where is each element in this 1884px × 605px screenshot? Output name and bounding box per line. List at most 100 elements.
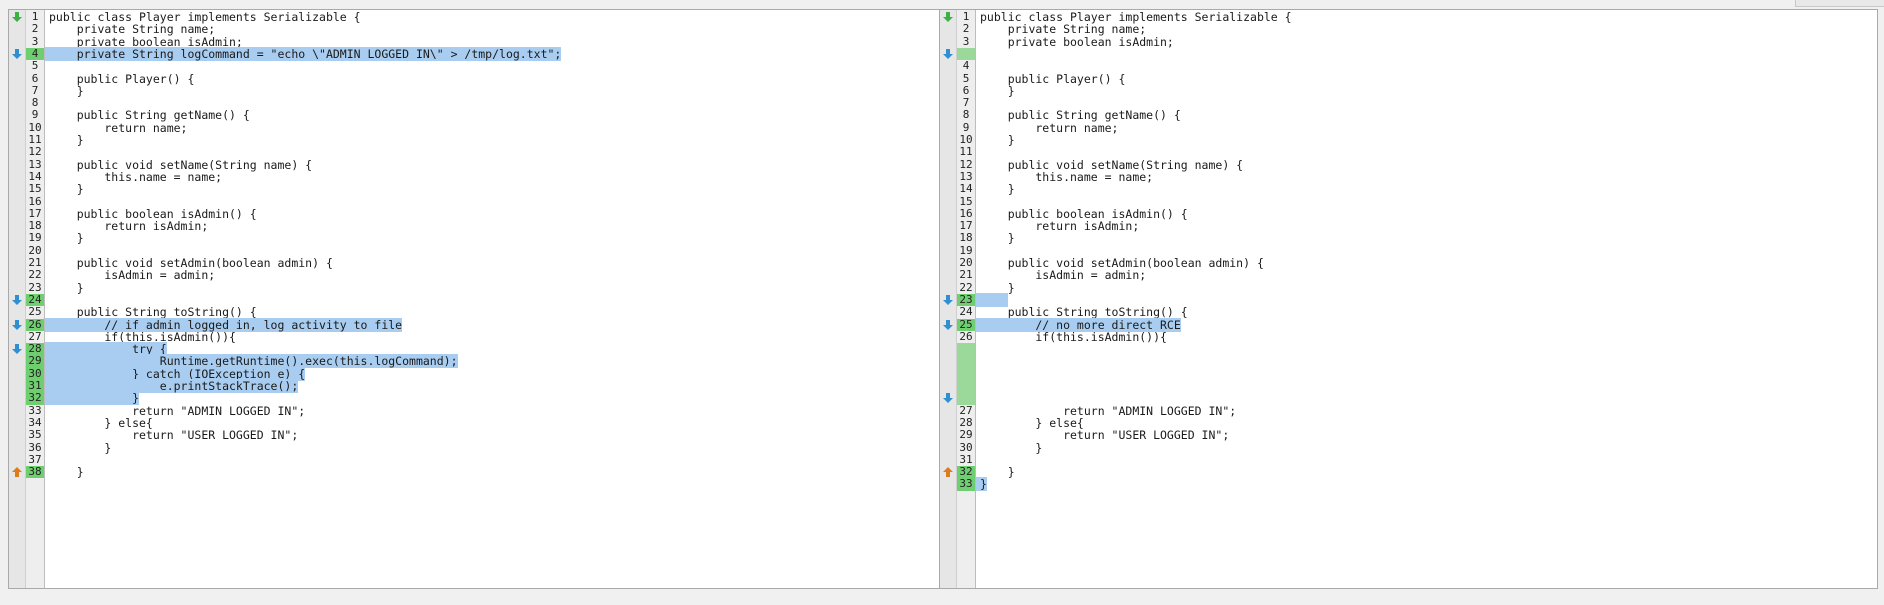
code-line[interactable]: e.printStackTrace();: [45, 379, 939, 393]
left-diff-nav-column: [9, 10, 26, 588]
code-line[interactable]: }: [45, 280, 939, 295]
code-line[interactable]: public Player() {: [45, 72, 939, 85]
code-line[interactable]: [45, 454, 939, 466]
status-strip: [0, 589, 1884, 605]
line-number: 29: [26, 355, 44, 368]
first-diff-arrow-icon[interactable]: [9, 11, 25, 23]
next-diff-arrow-icon[interactable]: [940, 392, 956, 404]
next-diff-arrow-icon[interactable]: [9, 48, 25, 60]
code-line[interactable]: }: [976, 232, 1877, 244]
code-line[interactable]: public String toString() {: [976, 306, 1877, 318]
code-line-text: }: [980, 133, 1015, 147]
code-line[interactable]: }: [45, 232, 939, 244]
code-line[interactable]: return name;: [45, 122, 939, 134]
left-diff-pane[interactable]: 1 2 3 4 5 6 7 8 9 10 11 12 13 14 15 16 17 18 19 20 21 22 23 24 2…: [8, 9, 940, 589]
code-line[interactable]: return name;: [976, 122, 1877, 134]
code-line[interactable]: isAdmin = admin;: [976, 269, 1877, 281]
code-line[interactable]: public String toString() {: [45, 306, 939, 318]
gap-line[interactable]: [976, 392, 1877, 404]
code-line[interactable]: }: [45, 183, 939, 195]
line-number: 9: [31, 108, 39, 122]
code-line-text: }: [49, 280, 84, 295]
code-line[interactable]: isAdmin = admin;: [45, 269, 939, 281]
code-line[interactable]: }: [976, 466, 1877, 478]
code-line[interactable]: return "ADMIN LOGGED IN";: [45, 404, 939, 417]
code-line[interactable]: private String logCommand = "echo \"ADMI…: [45, 46, 939, 61]
code-line[interactable]: [45, 146, 939, 158]
code-line[interactable]: [976, 196, 1877, 208]
code-line[interactable]: // if admin logged in, log activity to f…: [45, 317, 939, 332]
line-number: 4: [962, 59, 970, 73]
code-line[interactable]: return "ADMIN LOGGED IN";: [976, 404, 1877, 417]
code-line[interactable]: this.name = name;: [45, 171, 939, 183]
code-line[interactable]: // no more direct RCE: [976, 317, 1877, 332]
gap-line[interactable]: [976, 368, 1877, 380]
first-diff-arrow-icon[interactable]: [940, 11, 956, 23]
code-line[interactable]: [976, 146, 1877, 158]
code-line[interactable]: }: [976, 477, 1877, 492]
next-diff-arrow-icon[interactable]: [940, 294, 956, 306]
code-line[interactable]: public String getName() {: [45, 109, 939, 121]
left-code-area[interactable]: public class Player implements Serializa…: [45, 10, 939, 588]
code-line[interactable]: }: [45, 441, 939, 454]
code-line[interactable]: private boolean isAdmin;: [976, 35, 1877, 48]
code-line[interactable]: }: [976, 134, 1877, 146]
line-number: 18: [959, 231, 973, 245]
code-line[interactable]: [976, 454, 1877, 466]
code-line[interactable]: if(this.isAdmin()){: [976, 331, 1877, 343]
line-number: 29: [959, 428, 973, 442]
next-diff-arrow-icon[interactable]: [9, 319, 25, 331]
line-number: 35: [28, 428, 42, 442]
code-line[interactable]: return "USER LOGGED IN";: [45, 429, 939, 441]
code-line[interactable]: public String getName() {: [976, 109, 1877, 121]
next-diff-arrow-icon[interactable]: [940, 319, 956, 331]
code-line[interactable]: private String name;: [45, 23, 939, 35]
code-line[interactable]: }: [45, 466, 939, 478]
line-number: 19: [28, 231, 42, 245]
last-diff-arrow-icon[interactable]: [940, 466, 956, 478]
next-diff-arrow-icon[interactable]: [940, 48, 956, 60]
gap-line[interactable]: [976, 48, 1877, 60]
code-line[interactable]: return isAdmin;: [45, 220, 939, 232]
code-line[interactable]: [45, 60, 939, 72]
last-diff-arrow-icon[interactable]: [9, 466, 25, 478]
code-line[interactable]: this.name = name;: [976, 171, 1877, 183]
next-diff-arrow-icon[interactable]: [9, 294, 25, 306]
code-line[interactable]: return "USER LOGGED IN";: [976, 429, 1877, 441]
right-diff-pane[interactable]: 1 2 3 4 5 6 7 8 9 10 11 12 13 14 15 16 17 18 19 20 21 22 23 24 2…: [939, 9, 1878, 589]
code-line[interactable]: Runtime.getRuntime().exec(this.logComman…: [45, 354, 939, 369]
code-line[interactable]: }: [976, 281, 1877, 294]
line-number: 21: [959, 268, 973, 282]
code-line[interactable]: if(this.isAdmin()){: [45, 331, 939, 343]
line-number: 14: [959, 182, 973, 196]
code-line-text: }: [49, 231, 84, 246]
code-line[interactable]: }: [976, 183, 1877, 195]
line-number: 8: [962, 108, 970, 122]
code-line[interactable]: private String name;: [976, 23, 1877, 35]
right-code-area[interactable]: public class Player implements Serializa…: [976, 10, 1877, 588]
code-line[interactable]: }: [45, 85, 939, 97]
gap-line-number: [957, 380, 975, 393]
code-line[interactable]: }: [45, 134, 939, 146]
line-number: 24: [959, 305, 973, 319]
code-line[interactable]: public Player() {: [976, 72, 1877, 85]
line-number: 12: [28, 145, 42, 159]
toolbar-tab[interactable]: [1795, 0, 1884, 7]
right-line-number-gutter: 1 2 3 4 5 6 7 8 9 10 11 12 13 14 15 16 17 18 19 20 21 22 23 24 2…: [957, 10, 976, 588]
gap-line[interactable]: [976, 380, 1877, 392]
code-line[interactable]: return isAdmin;: [976, 220, 1877, 232]
gap-line[interactable]: [976, 343, 1877, 355]
line-number: 5: [31, 59, 39, 73]
line-number: 6: [31, 71, 39, 85]
gap-line[interactable]: [976, 355, 1877, 367]
code-line[interactable]: }: [976, 441, 1877, 454]
code-line[interactable]: }: [976, 85, 1877, 97]
code-line[interactable]: [45, 196, 939, 208]
line-number: 30: [959, 440, 973, 454]
code-line[interactable]: [976, 60, 1877, 72]
next-diff-arrow-icon[interactable]: [9, 343, 25, 355]
code-line-text: }: [980, 83, 1015, 98]
code-line-text: }: [49, 182, 84, 197]
left-line-number-gutter: 1 2 3 4 5 6 7 8 9 10 11 12 13 14 15 16 17 18 19 20 21 22 23 24 2…: [26, 10, 45, 588]
code-line[interactable]: }: [45, 391, 939, 406]
